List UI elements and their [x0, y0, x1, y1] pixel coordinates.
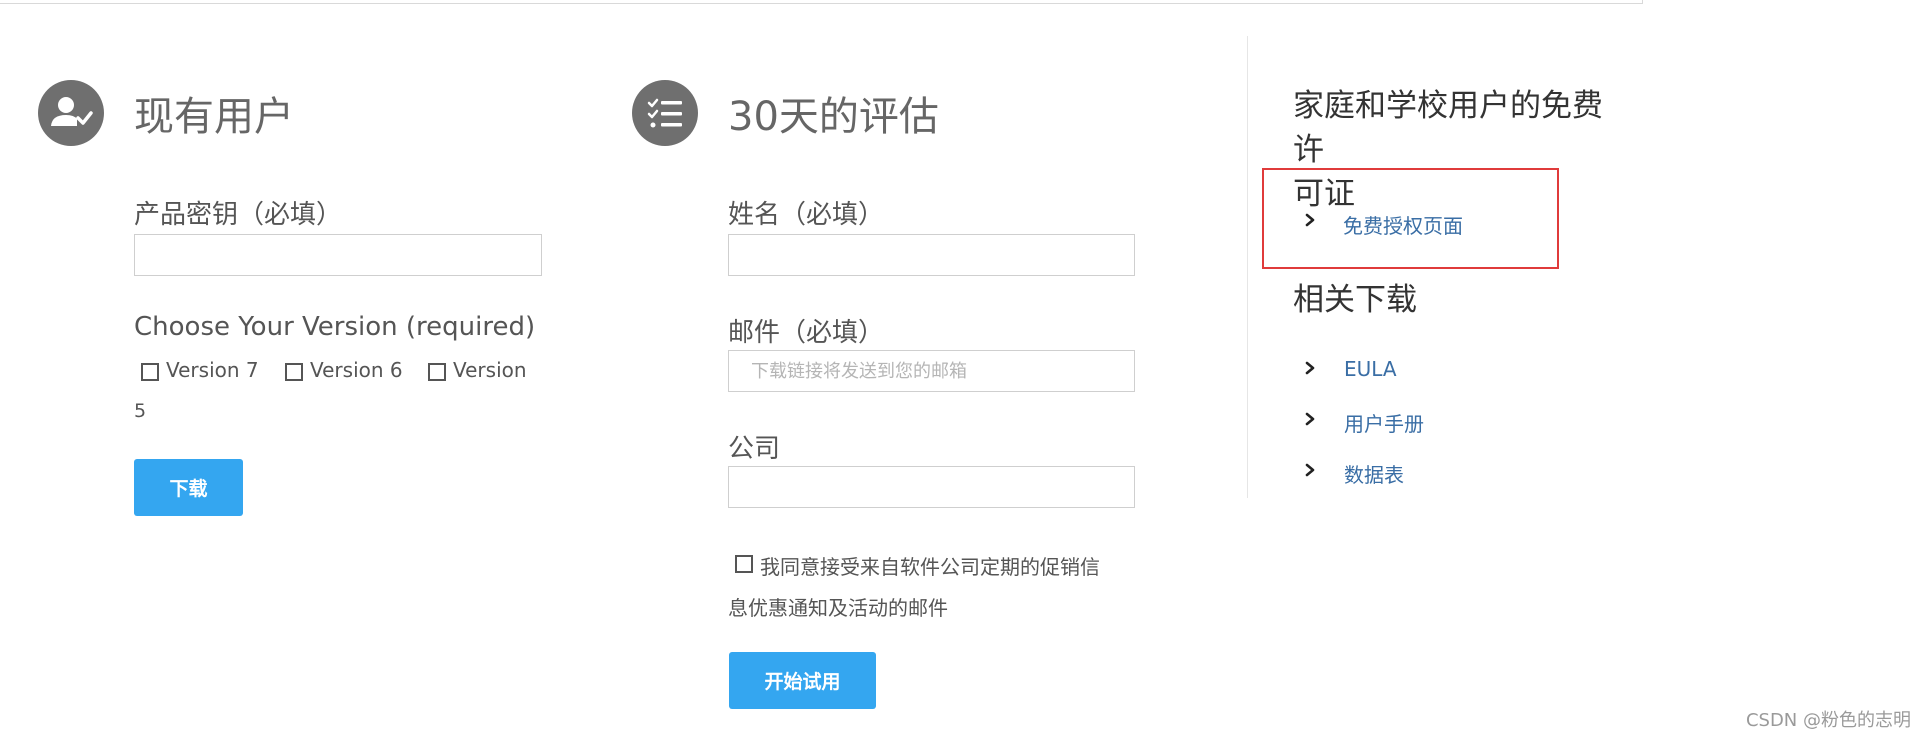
consent-text-line1: 我同意接受来自软件公司定期的促销信: [760, 555, 1100, 579]
version-6-checkbox[interactable]: [285, 363, 303, 381]
top-divider: [0, 0, 1643, 4]
related-downloads-heading: 相关下载: [1293, 282, 1417, 318]
version-5-label: Version: [453, 358, 527, 382]
start-trial-button[interactable]: 开始试用: [729, 652, 876, 709]
consent-checkbox[interactable]: [735, 555, 753, 573]
name-input[interactable]: [728, 234, 1135, 276]
chevron-right-icon: [1305, 412, 1315, 426]
product-key-label: 产品密钥（必填）: [134, 200, 343, 230]
eula-link[interactable]: EULA: [1344, 357, 1397, 381]
checklist-icon: [632, 80, 698, 146]
datasheet-link[interactable]: 数据表: [1344, 459, 1404, 488]
chevron-right-icon: [1305, 213, 1315, 227]
user-check-icon: [38, 80, 104, 146]
download-button[interactable]: 下载: [134, 459, 243, 516]
watermark: CSDN @粉色的志明: [1745, 710, 1911, 731]
user-manual-link[interactable]: 用户手册: [1344, 408, 1424, 437]
version-6-label: Version 6: [310, 358, 403, 382]
company-label: 公司: [728, 434, 781, 464]
trial-heading: 30天的评估: [728, 94, 939, 140]
email-input[interactable]: [728, 350, 1135, 392]
version-7-label: Version 7: [166, 358, 259, 382]
chevron-right-icon: [1305, 361, 1315, 375]
name-label: 姓名（必填）: [728, 200, 885, 230]
company-input[interactable]: [728, 466, 1135, 508]
version-5-label-wrap: 5: [134, 400, 147, 422]
free-license-link[interactable]: 免费授权页面: [1343, 210, 1463, 239]
chevron-right-icon: [1305, 463, 1315, 477]
existing-user-heading: 现有用户: [134, 94, 294, 140]
version-5-checkbox[interactable]: [428, 363, 446, 381]
consent-text-line2: 息优惠通知及活动的邮件: [728, 596, 948, 620]
free-license-heading-line1: 家庭和学校用户的免费许: [1293, 88, 1603, 168]
email-label: 邮件（必填）: [728, 318, 885, 348]
product-key-input[interactable]: [134, 234, 542, 276]
version-7-checkbox[interactable]: [141, 363, 159, 381]
column-divider: [1247, 36, 1248, 498]
version-label: Choose Your Version (required): [134, 312, 536, 342]
